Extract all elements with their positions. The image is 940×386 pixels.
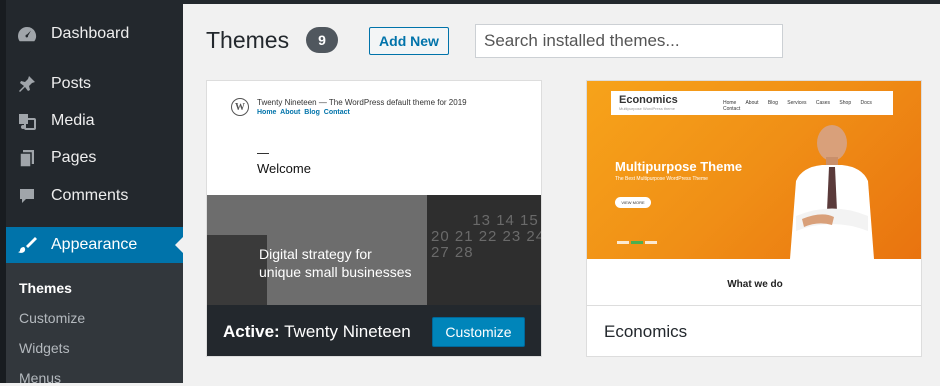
preview-hero-title: Multipurpose Theme [615,159,743,174]
theme-name: Economics [604,322,688,341]
submenu-item-widgets[interactable]: Widgets [19,340,70,356]
preview-plant-image [207,235,267,305]
preview-hero-text: Digital strategy for unique small busine… [259,246,412,280]
sidebar-item-dashboard[interactable]: Dashboard [6,16,183,52]
sidebar-item-comments[interactable]: Comments [6,178,183,214]
preview-welcome: Welcome [257,161,311,176]
preview-calendar-image: 13 14 15 16 17 20 21 22 23 24 27 28 [427,195,541,305]
preview-hero-button: VIEW MORE [615,197,651,208]
submenu-item-customize[interactable]: Customize [19,310,85,326]
sidebar-item-media[interactable]: Media [6,103,183,139]
sidebar-item-pages[interactable]: Pages [6,140,183,176]
preview-logo: Economics [619,94,678,106]
appearance-submenu: Themes Customize Widgets Menus [6,263,183,386]
preview-site-name: Twenty Nineteen — The WordPress default … [257,98,467,107]
brush-icon [16,235,38,255]
preview-section-title: What we do [727,279,783,290]
comments-icon [16,186,38,206]
preview-hero-subtitle: The Best Multipurpose WordPress Theme [615,176,708,182]
preview-calendar-numbers: 13 14 15 16 17 20 21 22 23 24 27 28 [431,212,541,261]
pin-icon [16,74,38,94]
active-theme-bar: Active: Twenty Nineteen Customize [207,305,541,356]
wordpress-logo-icon: W [231,98,249,116]
theme-screenshot: Economics Multipurpose WordPress theme H… [587,81,921,259]
theme-screenshot: W Twenty Nineteen — The WordPress defaul… [207,81,541,195]
sidebar-item-label: Comments [51,187,129,204]
preview-slider-dots [617,241,657,244]
sidebar-item-posts[interactable]: Posts [6,66,183,102]
sidebar-item-label: Appearance [51,236,138,253]
dashboard-icon [16,24,38,44]
preview-person-image [790,125,874,259]
sidebar-item-label: Posts [51,75,92,92]
sidebar-item-appearance[interactable]: Appearance [6,227,183,263]
preview-hero: 13 14 15 16 17 20 21 22 23 24 27 28 Digi… [207,195,541,305]
customize-button[interactable]: Customize [432,317,525,347]
theme-card-twenty-nineteen[interactable]: W Twenty Nineteen — The WordPress defaul… [206,80,542,357]
media-icon [16,111,38,131]
admin-sidebar: Dashboard Posts Media Pages Comments App… [0,0,183,386]
sidebar-item-label: Dashboard [51,25,130,42]
preview-divider [257,153,269,154]
preview-nav-links: Home About Blog Contact [257,109,350,116]
sidebar-item-label: Media [51,112,95,129]
preview-tagline: Multipurpose WordPress theme [619,106,675,111]
active-theme-name: Active: Twenty Nineteen [223,322,411,341]
add-new-button[interactable]: Add New [369,27,449,55]
submenu-item-themes[interactable]: Themes [19,280,72,296]
submenu-item-menus[interactable]: Menus [19,370,61,386]
preview-nav-links: Home About Blog Services Cases Shop Docs… [723,100,872,112]
page-title: Themes [206,27,290,53]
sidebar-item-label: Pages [51,149,97,166]
pages-icon [16,148,38,168]
theme-card-economics[interactable]: Economics Multipurpose WordPress theme H… [586,80,922,357]
theme-count-badge: 9 [306,27,338,53]
search-themes-input[interactable] [475,24,783,58]
theme-name-bar: Economics [587,305,921,356]
preview-header: Economics Multipurpose WordPress theme H… [611,91,893,115]
